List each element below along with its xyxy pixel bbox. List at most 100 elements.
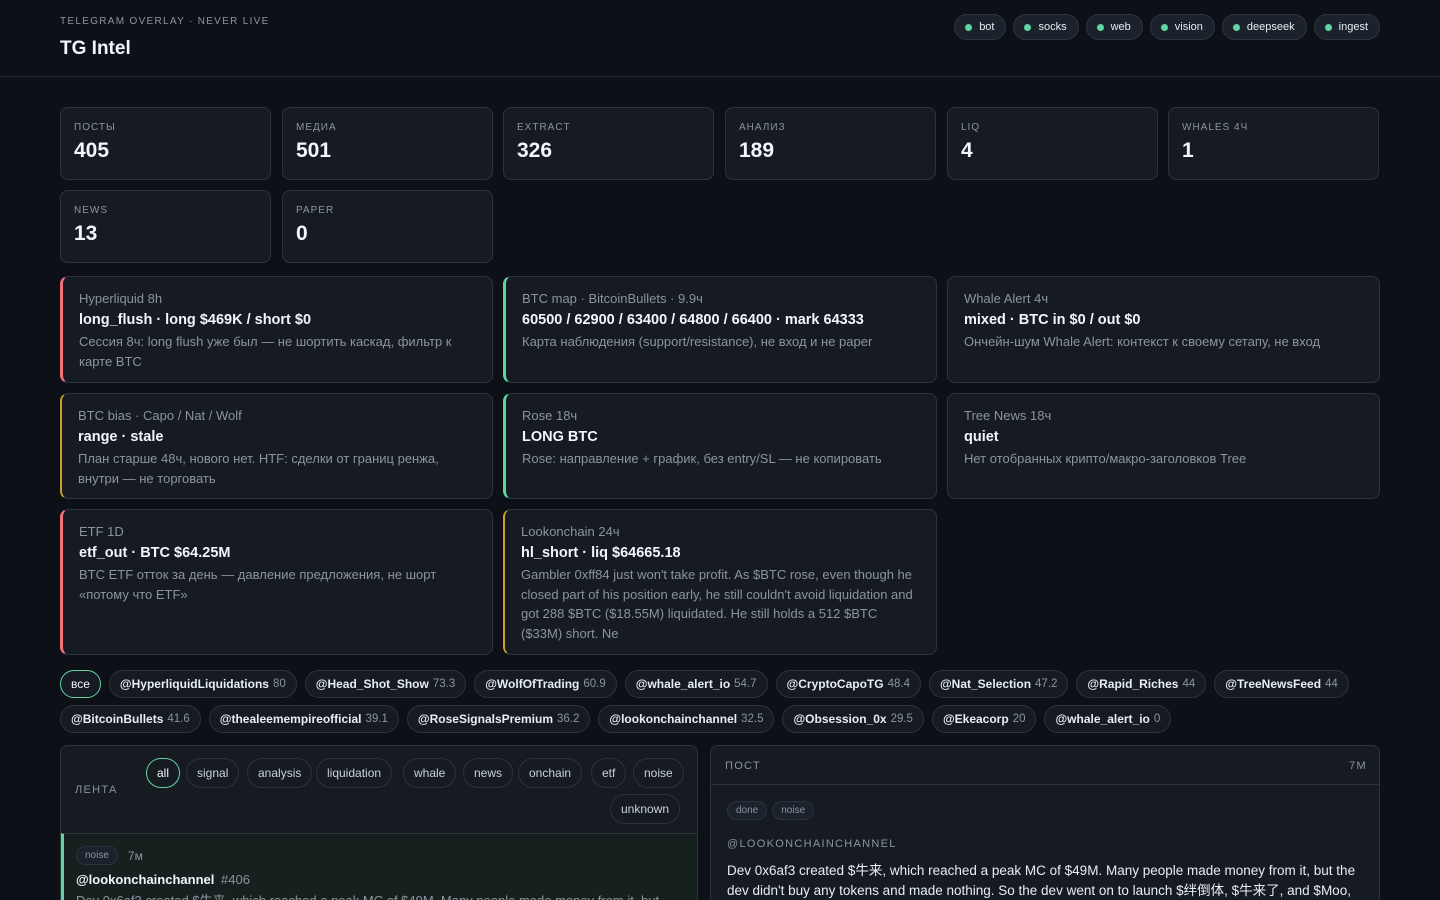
post-text: Dev 0x6af3 created $牛来, which reached a … bbox=[727, 863, 1356, 898]
service-pill-socks[interactable]: socks bbox=[1013, 14, 1079, 40]
channel-name: @Head_Shot_Show bbox=[315, 677, 429, 691]
card-body: План старше 48ч, нового нет. HTF: сделки… bbox=[78, 451, 439, 486]
channel-chip[interactable]: @TreeNewsFeed 44 bbox=[1214, 670, 1349, 698]
signal-card-rose[interactable]: Rose 18ч LONG BTC Rose: направление + гр… bbox=[503, 393, 937, 499]
status-dot-icon bbox=[1096, 23, 1104, 31]
status-dot-icon bbox=[1160, 23, 1168, 31]
channel-name: @Nat_Selection bbox=[939, 677, 1032, 691]
channel-filter-row-1: все @HyperliquidLiquidations 80 @Head_Sho… bbox=[60, 670, 1349, 698]
service-pill-deepseek[interactable]: deepseek bbox=[1221, 14, 1307, 40]
channel-chip[interactable]: @HyperliquidLiquidations 80 bbox=[108, 670, 297, 698]
stat-label: LIQ bbox=[961, 122, 981, 133]
card-body: Rose: направление + график, без entry/SL… bbox=[522, 451, 882, 466]
channel-chip[interactable]: @lookonchainchannel 32.5 bbox=[598, 705, 775, 733]
feed-filter-news[interactable]: news bbox=[463, 758, 514, 788]
channel-score: 32.5 bbox=[741, 713, 764, 725]
signal-card-lookonchain[interactable]: Lookonchain 24ч hl_short · liq $64665.18… bbox=[503, 509, 937, 655]
channel-chip[interactable]: @whale_alert_io 0 bbox=[1044, 705, 1172, 733]
card-source: Whale Alert 4ч bbox=[964, 291, 1049, 306]
stat-label: ПОСТЫ bbox=[74, 122, 116, 133]
stat-value: 326 bbox=[517, 139, 553, 162]
post-header: ПОСТ 7М bbox=[711, 746, 1379, 785]
stat-liq: LIQ 4 bbox=[947, 107, 1158, 180]
service-label: deepseek bbox=[1246, 21, 1295, 33]
channel-score: 29.5 bbox=[890, 713, 913, 725]
channel-chip[interactable]: @thealeemempireofficial 39.1 bbox=[208, 705, 399, 733]
feed-filter-etf[interactable]: etf bbox=[591, 758, 627, 788]
card-source: ETF 1D bbox=[79, 524, 124, 539]
feed-item-id: #406 bbox=[221, 872, 250, 887]
card-source: Hyperliquid 8h bbox=[79, 291, 163, 306]
stat-label: МЕДИА bbox=[296, 122, 337, 133]
service-label: ingest bbox=[1338, 21, 1368, 33]
card-body: Ончейн-шум Whale Alert: контекст к своем… bbox=[964, 334, 1321, 349]
channel-chip[interactable]: @CryptoCapoTG 48.4 bbox=[775, 670, 921, 698]
card-body: Gambler 0xff84 just won't take profit. A… bbox=[521, 567, 913, 641]
signal-card-tree-news[interactable]: Tree News 18ч quiet Нет отобранных крипт… bbox=[947, 393, 1380, 499]
feed-filter-signal[interactable]: signal bbox=[186, 758, 240, 788]
stat-whales: WHALES 4Ч 1 bbox=[1168, 107, 1379, 180]
feed-filter-unknown[interactable]: unknown bbox=[610, 794, 681, 824]
signal-card-etf[interactable]: ETF 1D etf_out · BTC $64.25M BTC ETF отт… bbox=[60, 509, 493, 655]
card-headline: hl_short · liq $64665.18 bbox=[521, 545, 681, 561]
stat-value: 501 bbox=[296, 139, 332, 162]
channel-name: @Obsession_0x bbox=[793, 712, 887, 726]
channel-score: 60.9 bbox=[583, 678, 606, 690]
signal-card-btc-map[interactable]: BTC map · BitcoinBullets · 9.9ч 60500 / … bbox=[503, 276, 937, 383]
channel-chip[interactable]: @Nat_Selection 47.2 bbox=[928, 670, 1069, 698]
channel-score: 36.2 bbox=[556, 713, 580, 725]
feed-item[interactable]: noise 7м @lookonchainchannel #406 Dev 0x… bbox=[61, 833, 697, 900]
signal-card-whale-alert[interactable]: Whale Alert 4ч mixed · BTC in $0 / out $… bbox=[947, 276, 1380, 383]
channel-name: @lookonchainchannel bbox=[609, 712, 738, 726]
channel-chip[interactable]: @whale_alert_io 54.7 bbox=[624, 670, 768, 698]
channel-name: @thealeemempireofficial bbox=[219, 712, 362, 726]
signal-card-btc-bias[interactable]: BTC bias · Capo / Nat / Wolf range · sta… bbox=[60, 393, 493, 499]
stat-label: АНАЛИЗ bbox=[739, 122, 786, 133]
card-source: BTC bias · Capo / Nat / Wolf bbox=[78, 408, 242, 423]
channel-score: 20 bbox=[1012, 713, 1026, 725]
feed-filter-onchain[interactable]: onchain bbox=[518, 758, 583, 788]
channel-filter-row-2: @BitcoinBullets 41.6 @thealeemempireoffic… bbox=[60, 705, 1172, 733]
card-source: Rose 18ч bbox=[522, 408, 578, 423]
card-headline: etf_out · BTC $64.25M bbox=[79, 545, 231, 561]
feed-filter-whale[interactable]: whale bbox=[403, 758, 457, 788]
channel-score: 0 bbox=[1153, 713, 1161, 725]
channel-name: @whale_alert_io bbox=[1055, 712, 1150, 726]
channel-chip[interactable]: @BitcoinBullets 41.6 bbox=[60, 705, 201, 733]
channel-name: @TreeNewsFeed bbox=[1225, 677, 1322, 691]
channel-chip[interactable]: @Ekeacorp 20 bbox=[931, 705, 1037, 733]
card-source: Tree News 18ч bbox=[964, 408, 1052, 423]
channel-chip[interactable]: @Rapid_Riches 44 bbox=[1076, 670, 1207, 698]
post-tags: done noise bbox=[727, 801, 815, 820]
stat-posts: ПОСТЫ 405 bbox=[60, 107, 271, 180]
feed-item-age: 7м bbox=[127, 848, 143, 863]
stat-value: 13 bbox=[74, 222, 98, 245]
feed-item-header: @lookonchainchannel #406 bbox=[76, 872, 250, 887]
stat-analysis: АНАЛИЗ 189 bbox=[725, 107, 936, 180]
service-pill-bot[interactable]: bot bbox=[954, 14, 1007, 40]
stat-label: PAPER bbox=[296, 205, 335, 216]
channel-chip[interactable]: @Obsession_0x 29.5 bbox=[782, 705, 924, 733]
channel-chip[interactable]: @Head_Shot_Show 73.3 bbox=[304, 670, 467, 698]
service-pill-web[interactable]: web bbox=[1085, 14, 1143, 40]
feed-title: ЛЕНТА bbox=[75, 784, 118, 796]
channel-name: @HyperliquidLiquidations bbox=[119, 677, 269, 691]
feed-filter-all[interactable]: all bbox=[146, 758, 181, 788]
channel-chip[interactable]: @RoseSignalsPremium 36.2 bbox=[406, 705, 591, 733]
stat-value: 189 bbox=[739, 139, 775, 162]
feed-filter-liquidation[interactable]: liquidation bbox=[316, 758, 393, 788]
post-panel: ПОСТ 7М done noise @LOOKONCHAINCHANNEL D… bbox=[710, 745, 1380, 900]
service-label: web bbox=[1110, 21, 1131, 33]
channel-chip-all[interactable]: все bbox=[60, 670, 101, 698]
feed-filter-analysis[interactable]: analysis bbox=[247, 758, 313, 788]
channel-chip-label: все bbox=[71, 677, 90, 691]
service-pill-vision[interactable]: vision bbox=[1149, 14, 1215, 40]
channel-chip[interactable]: @WolfOfTrading 60.9 bbox=[474, 670, 617, 698]
service-label: bot bbox=[979, 21, 995, 33]
feed-item-preview: Dev 0x6af3 created $牛来, which reached a … bbox=[76, 890, 676, 900]
feed-filter-noise[interactable]: noise bbox=[633, 758, 684, 788]
service-pill-ingest[interactable]: ingest bbox=[1313, 14, 1380, 40]
stat-label: NEWS bbox=[74, 205, 108, 216]
card-body: Сессия 8ч: long flush уже был — не шорти… bbox=[79, 334, 452, 369]
signal-card-hyperliquid[interactable]: Hyperliquid 8h long_flush · long $469K /… bbox=[60, 276, 493, 383]
